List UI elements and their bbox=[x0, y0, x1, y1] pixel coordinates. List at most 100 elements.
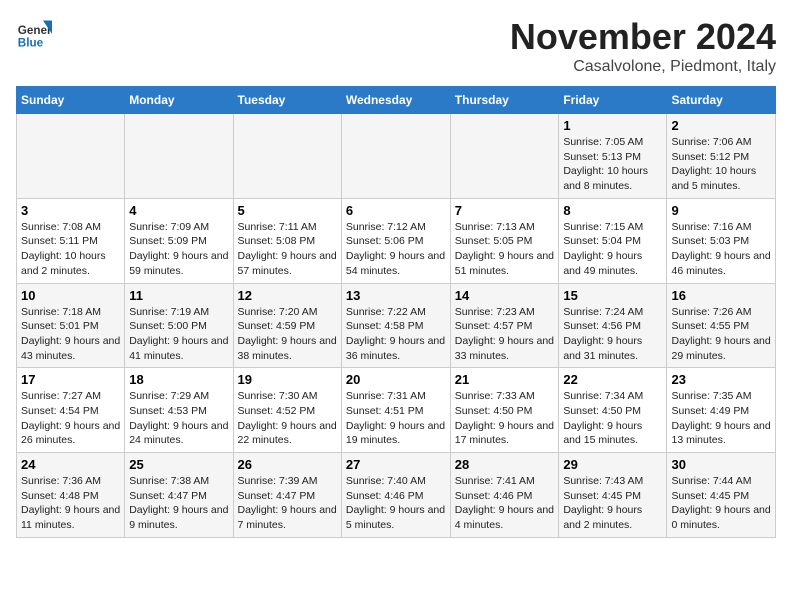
day-number: 30 bbox=[671, 457, 771, 472]
day-details: Sunrise: 7:06 AM Sunset: 5:12 PM Dayligh… bbox=[671, 135, 771, 194]
day-details: Sunrise: 7:20 AM Sunset: 4:59 PM Dayligh… bbox=[238, 305, 337, 364]
location: Casalvolone, Piedmont, Italy bbox=[510, 58, 776, 76]
calendar-cell: 1 Sunrise: 7:05 AM Sunset: 5:13 PM Daylig… bbox=[559, 114, 667, 199]
day-details: Sunrise: 7:29 AM Sunset: 4:53 PM Dayligh… bbox=[129, 389, 228, 448]
day-details: Sunrise: 7:13 AM Sunset: 5:05 PM Dayligh… bbox=[455, 220, 555, 279]
day-number: 17 bbox=[21, 372, 120, 387]
day-number: 7 bbox=[455, 203, 555, 218]
calendar-cell bbox=[125, 114, 233, 199]
day-number: 25 bbox=[129, 457, 228, 472]
day-number: 11 bbox=[129, 288, 228, 303]
day-details: Sunrise: 7:15 AM Sunset: 5:04 PM Dayligh… bbox=[563, 220, 662, 279]
day-number: 2 bbox=[671, 118, 771, 133]
day-details: Sunrise: 7:19 AM Sunset: 5:00 PM Dayligh… bbox=[129, 305, 228, 364]
day-details: Sunrise: 7:34 AM Sunset: 4:50 PM Dayligh… bbox=[563, 389, 662, 448]
day-number: 27 bbox=[346, 457, 446, 472]
calendar-cell: 7 Sunrise: 7:13 AM Sunset: 5:05 PM Daylig… bbox=[450, 198, 559, 283]
day-details: Sunrise: 7:12 AM Sunset: 5:06 PM Dayligh… bbox=[346, 220, 446, 279]
logo-icon: General Blue bbox=[16, 16, 52, 52]
calendar-cell: 23 Sunrise: 7:35 AM Sunset: 4:49 PM Dayli… bbox=[667, 368, 776, 453]
calendar-cell: 20 Sunrise: 7:31 AM Sunset: 4:51 PM Dayli… bbox=[341, 368, 450, 453]
day-details: Sunrise: 7:11 AM Sunset: 5:08 PM Dayligh… bbox=[238, 220, 337, 279]
title-block: November 2024 Casalvolone, Piedmont, Ita… bbox=[510, 16, 776, 76]
calendar-cell: 22 Sunrise: 7:34 AM Sunset: 4:50 PM Dayli… bbox=[559, 368, 667, 453]
calendar-cell: 16 Sunrise: 7:26 AM Sunset: 4:55 PM Dayli… bbox=[667, 283, 776, 368]
calendar-cell bbox=[17, 114, 125, 199]
day-number: 12 bbox=[238, 288, 337, 303]
calendar-cell: 9 Sunrise: 7:16 AM Sunset: 5:03 PM Daylig… bbox=[667, 198, 776, 283]
calendar-cell: 8 Sunrise: 7:15 AM Sunset: 5:04 PM Daylig… bbox=[559, 198, 667, 283]
calendar-cell: 6 Sunrise: 7:12 AM Sunset: 5:06 PM Daylig… bbox=[341, 198, 450, 283]
calendar-cell: 24 Sunrise: 7:36 AM Sunset: 4:48 PM Dayli… bbox=[17, 453, 125, 538]
day-details: Sunrise: 7:24 AM Sunset: 4:56 PM Dayligh… bbox=[563, 305, 662, 364]
day-number: 19 bbox=[238, 372, 337, 387]
day-number: 28 bbox=[455, 457, 555, 472]
svg-text:Blue: Blue bbox=[18, 37, 44, 50]
calendar-cell: 13Sunrise: 7:22 AM Sunset: 4:58 PM Dayli… bbox=[341, 283, 450, 368]
day-number: 5 bbox=[238, 203, 337, 218]
day-details: Sunrise: 7:38 AM Sunset: 4:47 PM Dayligh… bbox=[129, 474, 228, 533]
day-number: 20 bbox=[346, 372, 446, 387]
calendar-cell bbox=[233, 114, 341, 199]
day-details: Sunrise: 7:26 AM Sunset: 4:55 PM Dayligh… bbox=[671, 305, 771, 364]
day-number: 29 bbox=[563, 457, 662, 472]
day-number: 8 bbox=[563, 203, 662, 218]
day-details: Sunrise: 7:05 AM Sunset: 5:13 PM Dayligh… bbox=[563, 135, 662, 194]
calendar-cell: 29 Sunrise: 7:43 AM Sunset: 4:45 PM Dayli… bbox=[559, 453, 667, 538]
day-header-friday: Friday bbox=[559, 87, 667, 114]
day-header-sunday: Sunday bbox=[17, 87, 125, 114]
day-number: 1 bbox=[563, 118, 662, 133]
calendar-week-1: 1 Sunrise: 7:05 AM Sunset: 5:13 PM Daylig… bbox=[17, 114, 776, 199]
calendar-week-5: 24 Sunrise: 7:36 AM Sunset: 4:48 PM Dayli… bbox=[17, 453, 776, 538]
day-header-monday: Monday bbox=[125, 87, 233, 114]
calendar-body: 1 Sunrise: 7:05 AM Sunset: 5:13 PM Daylig… bbox=[17, 114, 776, 538]
calendar-cell: 5 Sunrise: 7:11 AM Sunset: 5:08 PM Daylig… bbox=[233, 198, 341, 283]
day-number: 14 bbox=[455, 288, 555, 303]
day-details: Sunrise: 7:40 AM Sunset: 4:46 PM Dayligh… bbox=[346, 474, 446, 533]
calendar-cell: 10Sunrise: 7:18 AM Sunset: 5:01 PM Dayli… bbox=[17, 283, 125, 368]
calendar-cell: 21 Sunrise: 7:33 AM Sunset: 4:50 PM Dayli… bbox=[450, 368, 559, 453]
day-details: Sunrise: 7:39 AM Sunset: 4:47 PM Dayligh… bbox=[238, 474, 337, 533]
day-number: 22 bbox=[563, 372, 662, 387]
day-number: 6 bbox=[346, 203, 446, 218]
calendar-cell: 28 Sunrise: 7:41 AM Sunset: 4:46 PM Dayli… bbox=[450, 453, 559, 538]
day-details: Sunrise: 7:43 AM Sunset: 4:45 PM Dayligh… bbox=[563, 474, 662, 533]
calendar-cell: 27 Sunrise: 7:40 AM Sunset: 4:46 PM Dayli… bbox=[341, 453, 450, 538]
day-number: 15 bbox=[563, 288, 662, 303]
day-header-thursday: Thursday bbox=[450, 87, 559, 114]
day-details: Sunrise: 7:41 AM Sunset: 4:46 PM Dayligh… bbox=[455, 474, 555, 533]
day-details: Sunrise: 7:16 AM Sunset: 5:03 PM Dayligh… bbox=[671, 220, 771, 279]
calendar-week-4: 17Sunrise: 7:27 AM Sunset: 4:54 PM Dayli… bbox=[17, 368, 776, 453]
day-details: Sunrise: 7:35 AM Sunset: 4:49 PM Dayligh… bbox=[671, 389, 771, 448]
day-details: Sunrise: 7:08 AM Sunset: 5:11 PM Dayligh… bbox=[21, 220, 120, 279]
calendar-cell: 30 Sunrise: 7:44 AM Sunset: 4:45 PM Dayli… bbox=[667, 453, 776, 538]
day-details: Sunrise: 7:09 AM Sunset: 5:09 PM Dayligh… bbox=[129, 220, 228, 279]
calendar-cell: 18 Sunrise: 7:29 AM Sunset: 4:53 PM Dayli… bbox=[125, 368, 233, 453]
calendar-header-row: SundayMondayTuesdayWednesdayThursdayFrid… bbox=[17, 87, 776, 114]
day-details: Sunrise: 7:30 AM Sunset: 4:52 PM Dayligh… bbox=[238, 389, 337, 448]
day-number: 21 bbox=[455, 372, 555, 387]
day-number: 10 bbox=[21, 288, 120, 303]
calendar-week-2: 3Sunrise: 7:08 AM Sunset: 5:11 PM Daylig… bbox=[17, 198, 776, 283]
calendar-cell: 2 Sunrise: 7:06 AM Sunset: 5:12 PM Daylig… bbox=[667, 114, 776, 199]
day-number: 9 bbox=[671, 203, 771, 218]
calendar-cell bbox=[341, 114, 450, 199]
day-number: 24 bbox=[21, 457, 120, 472]
calendar-week-3: 10Sunrise: 7:18 AM Sunset: 5:01 PM Dayli… bbox=[17, 283, 776, 368]
calendar-cell: 17Sunrise: 7:27 AM Sunset: 4:54 PM Dayli… bbox=[17, 368, 125, 453]
day-number: 23 bbox=[671, 372, 771, 387]
calendar-cell: 11 Sunrise: 7:19 AM Sunset: 5:00 PM Dayli… bbox=[125, 283, 233, 368]
day-number: 13 bbox=[346, 288, 446, 303]
calendar-table: SundayMondayTuesdayWednesdayThursdayFrid… bbox=[16, 86, 776, 538]
day-details: Sunrise: 7:31 AM Sunset: 4:51 PM Dayligh… bbox=[346, 389, 446, 448]
calendar-cell: 3Sunrise: 7:08 AM Sunset: 5:11 PM Daylig… bbox=[17, 198, 125, 283]
calendar-cell: 14Sunrise: 7:23 AM Sunset: 4:57 PM Dayli… bbox=[450, 283, 559, 368]
day-number: 4 bbox=[129, 203, 228, 218]
day-number: 16 bbox=[671, 288, 771, 303]
day-number: 18 bbox=[129, 372, 228, 387]
day-details: Sunrise: 7:36 AM Sunset: 4:48 PM Dayligh… bbox=[21, 474, 120, 533]
calendar-cell: 19 Sunrise: 7:30 AM Sunset: 4:52 PM Dayli… bbox=[233, 368, 341, 453]
day-details: Sunrise: 7:33 AM Sunset: 4:50 PM Dayligh… bbox=[455, 389, 555, 448]
day-details: Sunrise: 7:44 AM Sunset: 4:45 PM Dayligh… bbox=[671, 474, 771, 533]
day-number: 26 bbox=[238, 457, 337, 472]
